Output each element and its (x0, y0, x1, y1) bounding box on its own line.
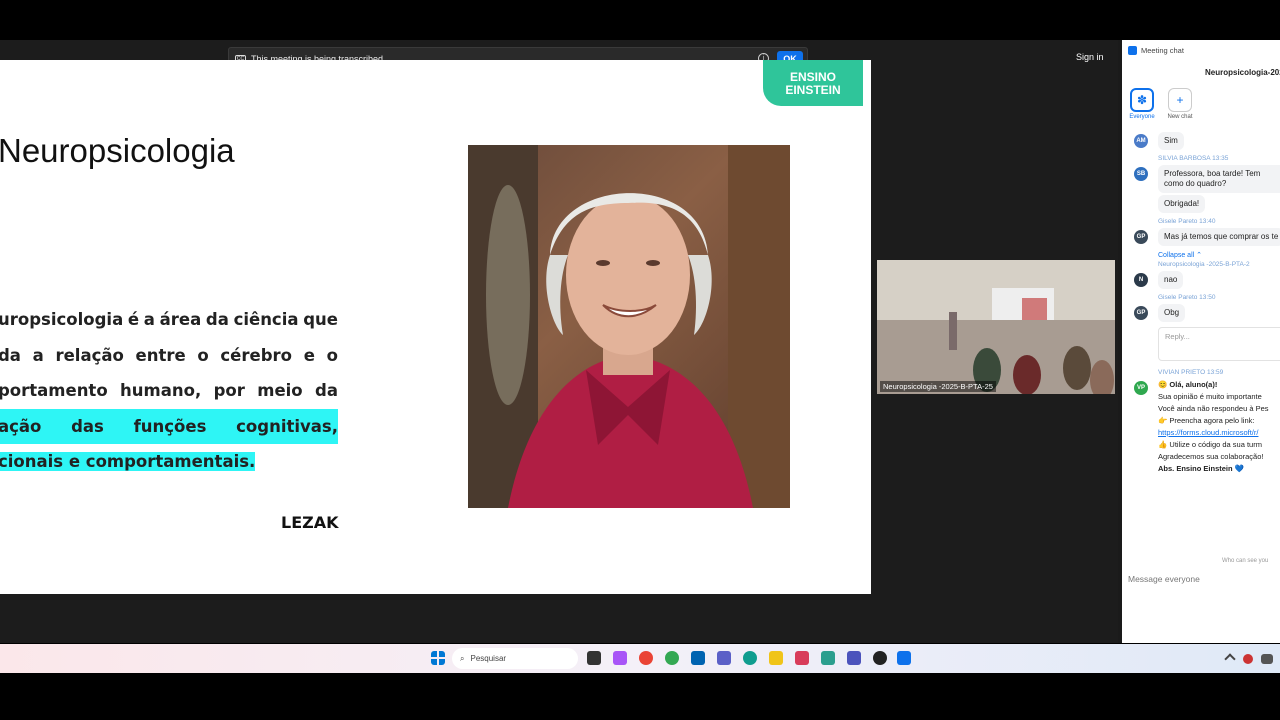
message-bubble: Obrigada! (1158, 195, 1206, 213)
chevron-up-icon[interactable] (1224, 653, 1236, 665)
thread-reply: Neuropsicologia -2025-B-PTA-2 N nao (1128, 261, 1280, 291)
shared-slide: ENSINO EINSTEIN Neuropsicologia uropsico… (0, 60, 871, 594)
announcement-body: 😊 Olá, aluno(a)! Sua opinião é muito imp… (1158, 379, 1280, 475)
chat-header: Meeting chat (1122, 40, 1280, 60)
search-icon: ⌕ (460, 653, 465, 663)
sender-name: Gisele Pareto 13:50 (1158, 294, 1216, 301)
slide-line: portamento humano, por meio da (0, 381, 338, 400)
tab-everyone-label: Everyone (1129, 114, 1155, 120)
teams-icon[interactable] (717, 651, 731, 665)
lock-app-icon[interactable] (769, 651, 783, 665)
network-icon[interactable] (1261, 654, 1273, 664)
who-can-see-label[interactable]: Who can see you (1222, 558, 1268, 564)
app-icon[interactable] (795, 651, 809, 665)
sender-name: Neuropsicologia -2025-B-PTA-2 (1158, 261, 1250, 268)
message-bubble: Professora, boa tarde! Tem como do quadr… (1158, 165, 1280, 193)
participant-video[interactable]: Neuropsicologia -2025-B-PTA-25 (877, 260, 1115, 394)
zoom-icon[interactable] (897, 651, 911, 665)
chrome-profile-icon[interactable] (665, 651, 679, 665)
copilot-icon[interactable] (613, 651, 627, 665)
chrome-icon[interactable] (639, 651, 653, 665)
meeting-chat-panel: Meeting chat Neuropsicologia-2025 ✽ Ever… (1118, 40, 1280, 643)
avatar: N (1134, 273, 1148, 287)
avatar: AM (1134, 134, 1148, 148)
sender-name: SILVIA BARBOSA 13:35 (1158, 155, 1229, 162)
survey-link[interactable]: https://forms.cloud.microsoft/r/ (1158, 427, 1280, 439)
slide-line-highlighted: ação das funções cognitivas, (0, 408, 338, 444)
app-icon[interactable] (587, 651, 601, 665)
collapse-all-button[interactable]: Collapse all ⌃ (1128, 251, 1280, 259)
slide-line: uropsicologia é a área da ciência que (0, 310, 338, 329)
everyone-icon: ✽ (1130, 88, 1154, 112)
avatar: SB (1134, 167, 1148, 181)
windows-taskbar: ⌕ Pesquisar (0, 644, 1280, 673)
chat-message: Gisele Pareto 13:40 GP Mas já temos que … (1128, 218, 1280, 248)
chat-title: Neuropsicologia-2025 (1205, 68, 1280, 77)
chat-message-list: AM Sim SILVIA BARBOSA 13:35 SB Professor… (1128, 132, 1280, 478)
chat-message: SILVIA BARBOSA 13:35 SB Professora, boa … (1128, 155, 1280, 215)
tab-new-chat[interactable]: + New chat (1166, 88, 1194, 120)
message-bubble: Mas já temos que comprar os te (1158, 228, 1280, 246)
slide-line: da a relação entre o cérebro e o (0, 345, 338, 365)
message-bubble: Obg (1158, 304, 1186, 322)
slide-line-highlighted: cionais e comportamentais. (0, 452, 256, 471)
video-participant-label: Neuropsicologia -2025-B-PTA-25 (880, 381, 996, 392)
tab-everyone[interactable]: ✽ Everyone (1128, 88, 1156, 120)
thread-reply: Gisele Pareto 13:50 GP Obg (1128, 294, 1280, 324)
message-input[interactable]: Message everyone (1128, 574, 1200, 584)
chat-tabs: ✽ Everyone + New chat (1128, 88, 1194, 120)
message-bubble: nao (1158, 271, 1184, 289)
zoom-icon (1128, 45, 1137, 55)
top-black-bar (0, 0, 1280, 40)
chat-message: AM Sim (1128, 132, 1280, 152)
taskbar-search[interactable]: ⌕ Pesquisar (452, 648, 578, 669)
portrait-photo (468, 145, 790, 508)
bottom-black-bar (0, 673, 1280, 720)
chat-header-label: Meeting chat (1141, 45, 1184, 55)
avatar: GP (1134, 230, 1148, 244)
avatar: GP (1134, 306, 1148, 320)
teams-chat-icon[interactable] (847, 651, 861, 665)
notes-icon[interactable] (821, 651, 835, 665)
windows-start-icon[interactable] (431, 651, 445, 665)
sender-name: VIVIAN PRIETO 13:59 (1158, 369, 1224, 376)
chat-message: VIVIAN PRIETO 13:59 VP 😊 Olá, aluno(a)! … (1128, 369, 1280, 475)
sign-in-button[interactable]: Sign in (1076, 52, 1104, 62)
plus-icon: + (1168, 88, 1192, 112)
edge-icon[interactable] (743, 651, 757, 665)
browser-icon[interactable] (873, 651, 887, 665)
portrait-image (468, 145, 790, 508)
sender-name: Gisele Pareto 13:40 (1158, 218, 1216, 225)
search-placeholder: Pesquisar (470, 654, 507, 663)
slide-author: LEZAK (281, 513, 339, 532)
tab-new-chat-label: New chat (1167, 114, 1193, 120)
avatar: VP (1134, 381, 1148, 395)
classroom-video-frame (877, 260, 1115, 394)
ensino-einstein-logo: ENSINO EINSTEIN (763, 60, 863, 106)
screen: CC This meeting is being transcribed. i … (0, 0, 1280, 720)
tray-icon[interactable] (1243, 654, 1253, 664)
slide-body: uropsicologia é a área da ciência que da a relaç… (0, 302, 338, 480)
reply-input[interactable]: Reply... (1158, 327, 1280, 361)
slide-title: Neuropsicologia (0, 132, 235, 169)
message-bubble: Sim (1158, 132, 1184, 150)
calculator-icon[interactable] (691, 651, 705, 665)
